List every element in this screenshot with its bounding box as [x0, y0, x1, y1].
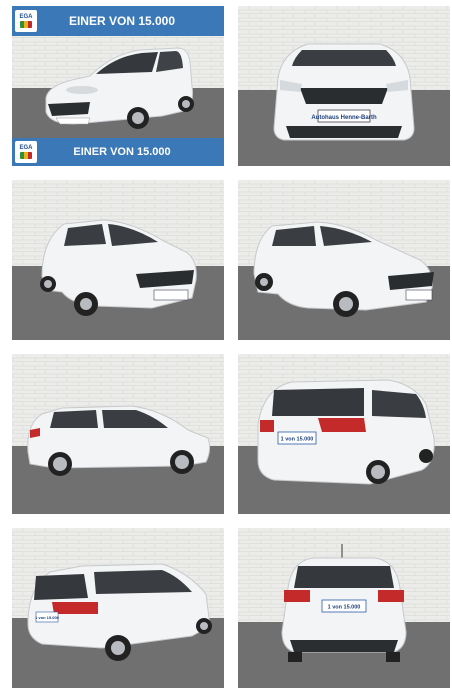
plate-text: 1 von 15.000 — [328, 605, 361, 611]
gallery-photo-5[interactable] — [12, 354, 224, 514]
photo-gallery: EGA EINER VON 15.000 EGA EINER VON 15.00… — [0, 0, 452, 688]
ega-logo-stripes — [20, 21, 32, 28]
gallery-photo-1[interactable]: EGA EINER VON 15.000 EGA EINER VON 15.00… — [12, 6, 224, 166]
promo-banner-bottom: EGA EINER VON 15.000 — [12, 138, 224, 166]
car-photo-rear-right: 1 von 15.000 — [238, 354, 450, 514]
gallery-photo-2[interactable]: Autohaus Henne-Barth — [238, 6, 450, 166]
car-photo-side — [12, 354, 224, 514]
promo-banner-text: EINER VON 15.000 — [73, 146, 171, 158]
gallery-photo-4[interactable] — [238, 180, 450, 340]
car-photo-rear-left: 1 von 15.000 — [12, 528, 224, 688]
ega-logo-icon: EGA — [15, 141, 37, 163]
car-photo-front: Autohaus Henne-Barth — [238, 6, 450, 166]
plate-text: 1 von 15.000 — [35, 615, 60, 620]
plate-text: Autohaus Henne-Barth — [311, 115, 377, 121]
plate-text: 1 von 15.000 — [281, 437, 314, 443]
ega-logo-text: EGA — [19, 145, 33, 151]
car-photo-front-left-2 — [12, 180, 224, 340]
ega-logo-icon: EGA — [15, 10, 37, 32]
car-photo-front-right — [238, 180, 450, 340]
promo-banner-top: EGA EINER VON 15.000 — [12, 6, 224, 36]
gallery-photo-6[interactable]: 1 von 15.000 — [238, 354, 450, 514]
car-photo-rear: 1 von 15.000 — [238, 528, 450, 688]
promo-banner-text: EINER VON 15.000 — [68, 14, 176, 28]
gallery-photo-3[interactable] — [12, 180, 224, 340]
ega-logo-stripes — [20, 152, 32, 159]
gallery-photo-7[interactable]: 1 von 15.000 — [12, 528, 224, 688]
gallery-photo-8[interactable]: 1 von 15.000 — [238, 528, 450, 688]
ega-logo-text: EGA — [19, 14, 33, 20]
